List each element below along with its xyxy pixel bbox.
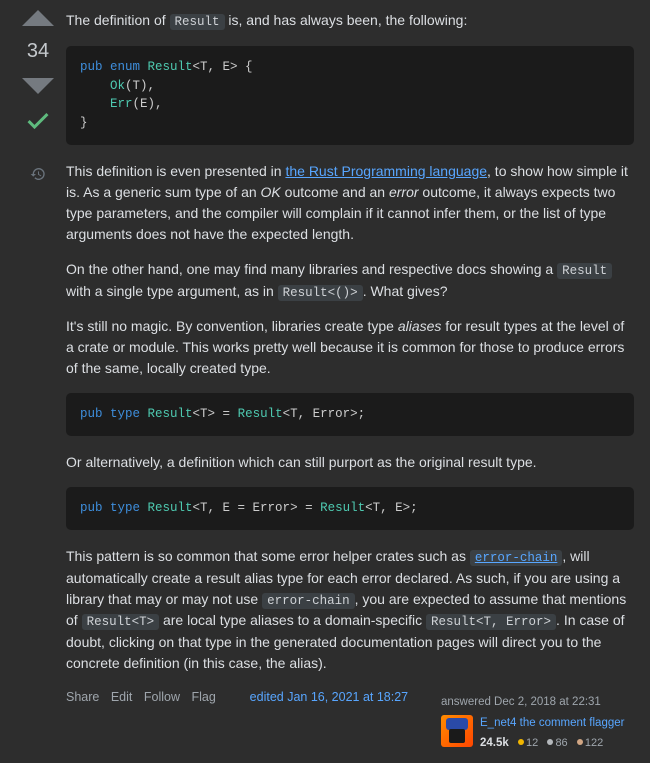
edited-link[interactable]: edited Jan 16, 2021 at 18:27 bbox=[250, 688, 408, 758]
inline-code: Result bbox=[557, 263, 612, 279]
avatar[interactable] bbox=[441, 715, 473, 747]
paragraph: On the other hand, one may find many lib… bbox=[66, 259, 634, 303]
silver-badge-icon bbox=[547, 739, 553, 745]
share-button[interactable]: Share bbox=[66, 690, 99, 704]
vote-column: 34 bbox=[16, 10, 60, 758]
paragraph: This pattern is so common that some erro… bbox=[66, 546, 634, 674]
bronze-badge-icon bbox=[577, 739, 583, 745]
code-block: pub type Result<T> = Result<T, Error>; bbox=[66, 393, 634, 436]
inline-code: Result<()> bbox=[278, 285, 363, 301]
inline-code: Result<T> bbox=[82, 614, 160, 630]
inline-code: Result bbox=[170, 14, 225, 30]
user-reputation: 24.5k 12 86 122 bbox=[480, 735, 624, 752]
paragraph: Or alternatively, a definition which can… bbox=[66, 452, 634, 473]
downvote-button[interactable] bbox=[22, 78, 54, 94]
paragraph: This definition is even presented in the… bbox=[66, 161, 634, 245]
code-block: pub enum Result<T, E> { Ok(T), Err(E), } bbox=[66, 46, 634, 145]
post-footer: Share Edit Follow Flag edited Jan 16, 20… bbox=[66, 688, 634, 758]
rust-book-link[interactable]: the Rust Programming language bbox=[285, 163, 487, 179]
inline-code: error-chain bbox=[262, 593, 355, 609]
flag-button[interactable]: Flag bbox=[191, 690, 215, 704]
paragraph: It's still no magic. By convention, libr… bbox=[66, 316, 634, 379]
user-card: answered Dec 2, 2018 at 22:31 E_net4 the… bbox=[434, 688, 634, 758]
post-actions: Share Edit Follow Flag bbox=[66, 688, 224, 758]
history-icon[interactable] bbox=[30, 166, 46, 190]
vote-score: 34 bbox=[27, 36, 49, 66]
answer-body: The definition of Result is, and has alw… bbox=[60, 10, 634, 758]
edit-button[interactable]: Edit bbox=[111, 690, 133, 704]
upvote-button[interactable] bbox=[22, 10, 54, 26]
accepted-check-icon[interactable] bbox=[24, 104, 52, 146]
inline-code: Result<T, Error> bbox=[426, 614, 556, 630]
answered-date: answered Dec 2, 2018 at 22:31 bbox=[441, 694, 627, 711]
follow-button[interactable]: Follow bbox=[144, 690, 180, 704]
user-link[interactable]: E_net4 the comment flagger bbox=[480, 717, 624, 729]
error-chain-link[interactable]: error-chain bbox=[470, 548, 563, 564]
gold-badge-icon bbox=[518, 739, 524, 745]
paragraph: The definition of Result is, and has alw… bbox=[66, 10, 634, 32]
code-block: pub type Result<T, E = Error> = Result<T… bbox=[66, 487, 634, 530]
